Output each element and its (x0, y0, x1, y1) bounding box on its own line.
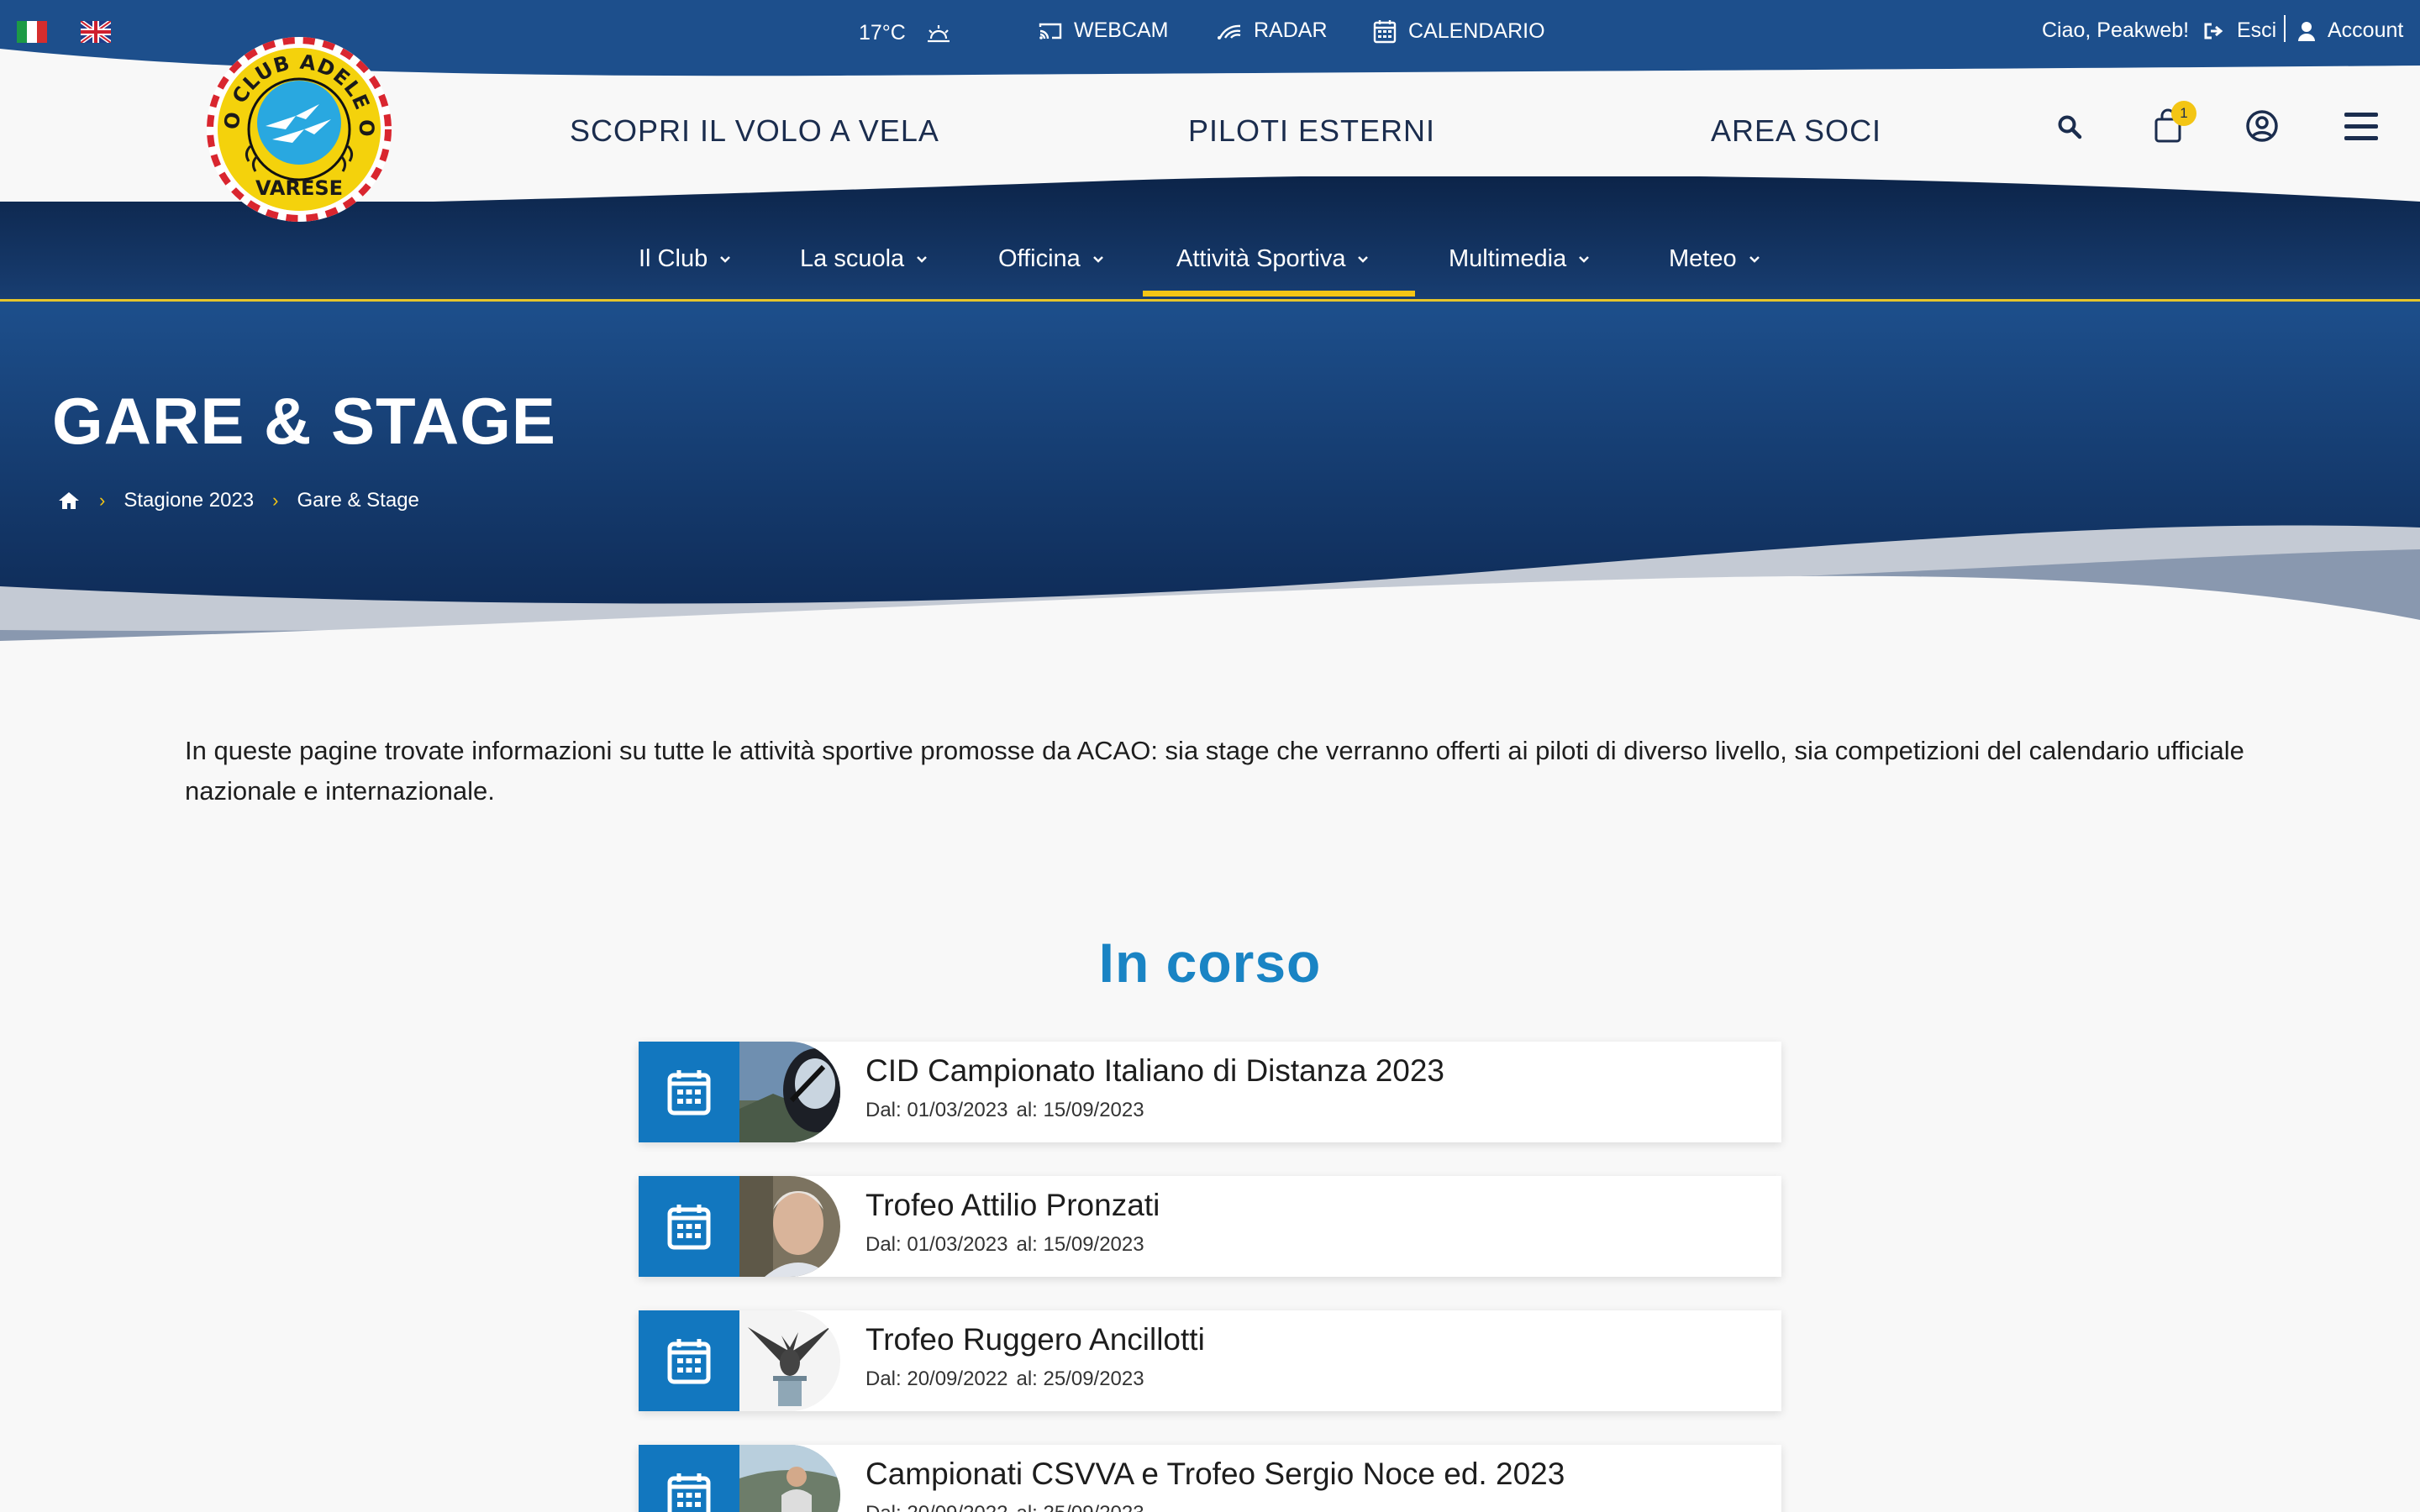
event-end-date: al: 15/09/2023 (1016, 1233, 1144, 1256)
hamburger-menu-icon[interactable] (2344, 113, 2378, 141)
calendar-icon (639, 1042, 739, 1142)
chevron-right-icon: › (272, 490, 279, 511)
calendario-label: CALENDARIO (1408, 18, 1545, 43)
subnav-item-label: Multimedia (1449, 245, 1567, 272)
nav-link-piloti-esterni[interactable]: PILOTI ESTERNI (1188, 113, 1435, 149)
event-start-date: Dal: 01/03/2023 (865, 1099, 1008, 1121)
chevron-down-icon (1749, 255, 1760, 263)
breadcrumb-current: Gare & Stage (297, 489, 419, 512)
page-title: GARE & STAGE (52, 384, 556, 458)
intro-paragraph: In queste pagine trovate informazioni su… (185, 736, 2244, 806)
event-dates: Dal: 20/09/2022 al: 25/09/2023 (865, 1368, 1144, 1391)
radar-icon (1218, 24, 1241, 39)
user-circle-icon[interactable] (2245, 109, 2279, 143)
subnav-item-label: Meteo (1669, 245, 1737, 272)
subnav-item-label: Officina (998, 245, 1081, 272)
section-title: In corso (1098, 932, 1322, 994)
subnav-item-attivita-sportiva[interactable]: Attività Sportiva (1176, 245, 1369, 273)
event-thumbnail-glider-cockpit (739, 1042, 840, 1142)
chevron-right-icon: › (99, 490, 106, 511)
calendar-icon (1373, 20, 1397, 44)
radar-label: RADAR (1254, 18, 1328, 42)
chevron-down-icon (917, 255, 928, 263)
webcam-link[interactable]: WEBCAM (1039, 18, 1169, 43)
event-title: Campionati CSVVA e Trofeo Sergio Noce ed… (865, 1457, 1565, 1491)
calendar-link[interactable]: CALENDARIO (1373, 18, 1545, 44)
event-end-date: al: 25/09/2023 (1016, 1502, 1144, 1512)
event-card[interactable]: Trofeo Ruggero Ancillotti Dal: 20/09/202… (639, 1310, 1781, 1411)
home-icon[interactable] (57, 491, 81, 511)
chevron-down-icon (720, 255, 731, 263)
chevron-down-icon (1358, 255, 1369, 263)
calendar-icon (639, 1176, 739, 1277)
event-title: CID Campionato Italiano di Distanza 2023 (865, 1053, 1444, 1088)
calendar-icon (639, 1445, 739, 1512)
cart-count-badge: 1 (2171, 101, 2196, 126)
subnav-item-la-scuola[interactable]: La scuola (800, 245, 928, 273)
breadcrumb-item[interactable]: Stagione 2023 (124, 489, 254, 512)
account-label: Account (2328, 18, 2404, 42)
event-card[interactable]: Campionati CSVVA e Trofeo Sergio Noce ed… (639, 1445, 1781, 1512)
italian-flag-icon[interactable] (17, 21, 47, 43)
divider (0, 299, 2420, 302)
page-header-banner: GARE & STAGE › Stagione 2023 › Gare & St… (0, 301, 2420, 654)
logout-link[interactable]: Esci (2203, 18, 2276, 43)
event-thumbnail-pilot-cockpit (739, 1445, 840, 1512)
event-thumbnail-portrait (739, 1176, 840, 1277)
divider (2284, 15, 2286, 42)
subnav-item-label: Attività Sportiva (1176, 245, 1346, 272)
event-start-date: Dal: 01/03/2023 (865, 1233, 1008, 1256)
cast-icon (1039, 23, 1062, 39)
event-card[interactable]: Trofeo Attilio Pronzati Dal: 01/03/2023 … (639, 1176, 1781, 1277)
event-title: Trofeo Ruggero Ancillotti (865, 1322, 1205, 1357)
english-flag-icon[interactable] (81, 21, 111, 43)
search-icon[interactable] (2057, 114, 2082, 139)
chevron-down-icon (1579, 255, 1590, 263)
event-start-date: Dal: 20/09/2022 (865, 1368, 1008, 1390)
user-greeting: Ciao, Peakweb! (2042, 18, 2190, 42)
weather-widget: 17°C (859, 21, 951, 45)
user-icon (2298, 21, 2315, 41)
nav-link-scopri-volo-a-vela[interactable]: SCOPRI IL VOLO A VELA (570, 113, 939, 149)
event-card[interactable]: CID Campionato Italiano di Distanza 2023… (639, 1042, 1781, 1142)
subnav-item-il-club[interactable]: Il Club (639, 245, 731, 273)
webcam-label: WEBCAM (1074, 18, 1169, 42)
nav-link-area-soci[interactable]: AREA SOCI (1711, 113, 1881, 149)
temperature: 17°C (859, 21, 906, 45)
event-dates: Dal: 20/09/2022 al: 25/09/2023 (865, 1502, 1144, 1512)
event-end-date: al: 15/09/2023 (1016, 1099, 1144, 1121)
breadcrumb: › Stagione 2023 › Gare & Stage (57, 489, 419, 512)
event-end-date: al: 25/09/2023 (1016, 1368, 1144, 1390)
subnav-item-meteo[interactable]: Meteo (1669, 245, 1760, 273)
sunrise-icon (927, 24, 950, 42)
subnav-item-label: Il Club (639, 245, 708, 272)
aero-club-logo[interactable]: AERO CLUB ADELE ORSI VARESE (205, 35, 393, 223)
account-link[interactable]: Account (2297, 18, 2403, 43)
logout-label: Esci (2237, 18, 2277, 42)
active-tab-indicator (1143, 291, 1415, 297)
chevron-down-icon (1092, 255, 1103, 263)
radar-link[interactable]: RADAR (1217, 18, 1328, 43)
event-start-date: Dal: 20/09/2022 (865, 1502, 1007, 1512)
sign-out-icon (2204, 23, 2223, 39)
event-thumbnail-eagle-statue (739, 1310, 840, 1411)
subnav-item-label: La scuola (800, 245, 905, 272)
subnav-item-multimedia[interactable]: Multimedia (1449, 245, 1590, 273)
logo-text-bottom: VARESE (255, 176, 343, 200)
event-dates: Dal: 01/03/2023 al: 15/09/2023 (865, 1233, 1144, 1257)
event-title: Trofeo Attilio Pronzati (865, 1188, 1160, 1222)
subnav-item-officina[interactable]: Officina (998, 245, 1104, 273)
calendar-icon (639, 1310, 739, 1411)
event-dates: Dal: 01/03/2023 al: 15/09/2023 (865, 1099, 1144, 1122)
